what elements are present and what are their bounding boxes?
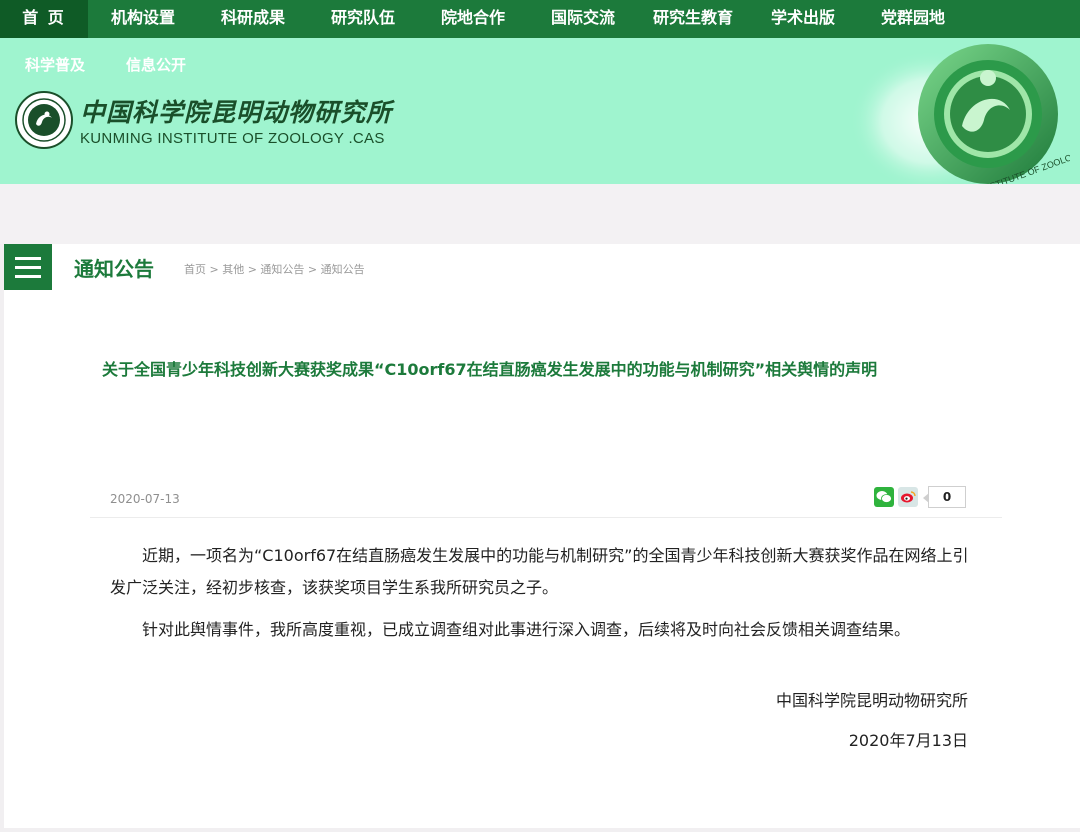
- section-title: 通知公告: [74, 256, 154, 281]
- publish-date: 2020-07-13: [110, 492, 180, 506]
- article-signature: 中国科学院昆明动物研究所 2020年7月13日: [776, 688, 968, 768]
- hamburger-menu-icon[interactable]: [4, 244, 52, 290]
- logo-chinese-name: 中国科学院昆明动物研究所: [80, 98, 393, 127]
- nav-item-research-results[interactable]: 科研成果: [198, 0, 308, 38]
- article-title: 关于全国青少年科技创新大赛获奖成果“C10orf67在结直肠癌发生发展中的功能与…: [102, 360, 878, 379]
- header-banner: 科学普及 信息公开 中国科学院昆明动物研究所 KUNMING INSTITUTE…: [0, 38, 1080, 184]
- weibo-share-icon[interactable]: [898, 487, 918, 507]
- nav-item-party[interactable]: 党群园地: [858, 0, 968, 38]
- nav-item-cooperation[interactable]: 院地合作: [418, 0, 528, 38]
- nav-item-publishing[interactable]: 学术出版: [748, 0, 858, 38]
- nav-item-graduate-education[interactable]: 研究生教育: [638, 0, 748, 38]
- signature-date: 2020年7月13日: [848, 731, 968, 750]
- nav-item-international[interactable]: 国际交流: [528, 0, 638, 38]
- signature-organization: 中国科学院昆明动物研究所: [775, 691, 968, 710]
- main-panel: 通知公告 首页 > 其他 > 通知公告 > 通知公告 关于全国青少年科技创新大赛…: [4, 244, 1080, 828]
- wechat-share-icon[interactable]: [874, 487, 894, 507]
- breadcrumb[interactable]: 首页 > 其他 > 通知公告 > 通知公告: [184, 261, 365, 277]
- article-meta: 2020-07-13 0: [90, 482, 1002, 518]
- share-count: 0: [923, 486, 966, 508]
- spacer: [0, 184, 1080, 244]
- article-body: 近期，一项名为“C10orf67在结直肠癌发生发展中的功能与机制研究”的全国青少…: [110, 540, 976, 656]
- top-nav: 首 页 机构设置 科研成果 研究队伍 院地合作 国际交流 研究生教育 学术出版 …: [0, 0, 1080, 38]
- sub-nav: 科学普及 信息公开: [0, 54, 202, 75]
- section-header: 通知公告 首页 > 其他 > 通知公告 > 通知公告: [4, 244, 365, 290]
- logo-english-name: KUNMING INSTITUTE OF ZOOLOGY .CAS: [80, 130, 385, 147]
- nav-item-information-disclosure[interactable]: 信息公开: [126, 54, 186, 75]
- article-paragraph: 针对此舆情事件，我所高度重视，已成立调查组对此事进行深入调查，后续将及时向社会反…: [142, 620, 911, 639]
- nav-item-organization[interactable]: 机构设置: [88, 0, 198, 38]
- institute-emblem-icon: [15, 91, 73, 149]
- share-bar: 0: [874, 486, 966, 508]
- nav-item-home[interactable]: 首 页: [0, 0, 88, 38]
- article-paragraph: 近期，一项名为“C10orf67在结直肠癌发生发展中的功能与机制研究”的全国青少…: [110, 546, 969, 597]
- nav-item-science-popularization[interactable]: 科学普及: [25, 54, 85, 75]
- site-logo[interactable]: 中国科学院昆明动物研究所 KUNMING INSTITUTE OF ZOOLOG…: [14, 90, 392, 150]
- nav-item-research-team[interactable]: 研究队伍: [308, 0, 418, 38]
- institute-seal-image: KUNMING INSTITUTE OF ZOOLOGY: [850, 44, 1070, 184]
